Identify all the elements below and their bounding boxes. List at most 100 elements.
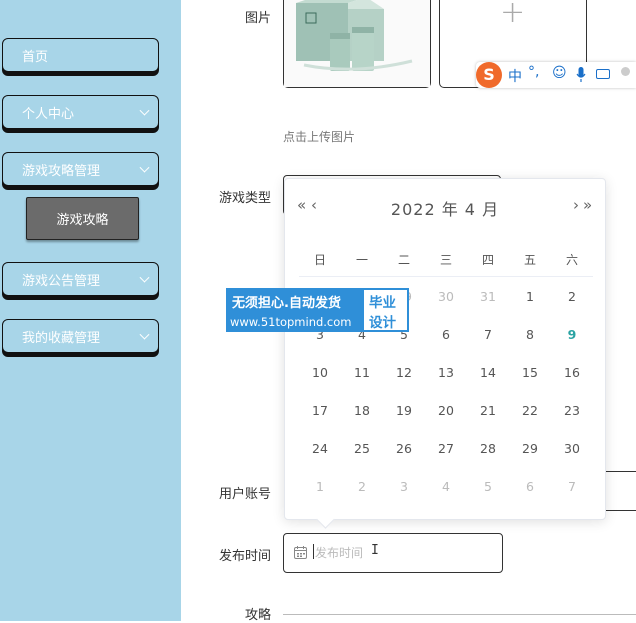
- calendar-day[interactable]: 30: [551, 441, 593, 479]
- next-month-icon[interactable]: ›: [573, 196, 579, 214]
- calendar-day[interactable]: 1: [299, 479, 341, 517]
- watermark-left: 无须担心.自动发货 www.51topmind.com: [226, 288, 362, 332]
- calendar-day[interactable]: 24: [299, 441, 341, 479]
- image-label: 图片: [244, 11, 271, 26]
- sidebar-item-game-announcement-management[interactable]: 游戏公告管理: [2, 262, 159, 296]
- sidebar-item-label: 我的收藏管理: [22, 330, 101, 346]
- calendar-day[interactable]: 3: [383, 479, 425, 517]
- user-account-label: 用户账号: [218, 487, 271, 502]
- ime-mode[interactable]: 中: [508, 66, 522, 86]
- weekday-label: 四: [481, 253, 494, 267]
- calendar-day[interactable]: 7: [467, 327, 509, 365]
- calendar-day[interactable]: 6: [425, 327, 467, 365]
- user-icon[interactable]: [621, 67, 630, 76]
- calendar-header-title[interactable]: 2022 年 4 月: [285, 196, 605, 220]
- calendar-day[interactable]: 13: [425, 365, 467, 403]
- calendar-day[interactable]: 28: [467, 441, 509, 479]
- calendar-day[interactable]: 16: [551, 365, 593, 403]
- sidebar-item-label: 游戏公告管理: [22, 273, 101, 289]
- calendar-day[interactable]: 30: [425, 289, 467, 327]
- calendar-day[interactable]: 29: [509, 441, 551, 479]
- weekday-label: 五: [523, 253, 536, 267]
- calendar-day[interactable]: 15: [509, 365, 551, 403]
- calendar-day[interactable]: 10: [299, 365, 341, 403]
- strategy-label: 攻略: [244, 608, 271, 623]
- publish-time-placeholder: 发布时间: [315, 546, 364, 560]
- calendar-day[interactable]: 17: [299, 403, 341, 441]
- calendar-day[interactable]: 14: [467, 365, 509, 403]
- weekday-header: 日 一 二 三 四 五 六: [299, 251, 593, 268]
- calendar-day[interactable]: 19: [383, 403, 425, 441]
- tea-box-image: [284, 0, 430, 87]
- calendar-day[interactable]: 27: [425, 441, 467, 479]
- next-year-icon[interactable]: »: [583, 196, 592, 214]
- uploaded-image[interactable]: [283, 0, 431, 88]
- calendar-day[interactable]: 20: [425, 403, 467, 441]
- calendar-week-row: 24 25 26 27 28 29 30: [299, 441, 593, 479]
- calendar-day[interactable]: 12: [383, 365, 425, 403]
- calendar-day[interactable]: 1: [509, 289, 551, 327]
- sidebar-item-personal-center[interactable]: 个人中心: [2, 95, 159, 129]
- sidebar-item-label: 首页: [22, 49, 49, 65]
- game-type-label: 游戏类型: [218, 191, 271, 206]
- calendar-week-row: 17 18 19 20 21 22 23: [299, 403, 593, 441]
- watermark-text: 毕业: [369, 295, 396, 311]
- keyboard-icon[interactable]: [596, 69, 610, 79]
- ime-toolbar[interactable]: S 中 °, ☺: [476, 62, 636, 88]
- calendar-day[interactable]: 25: [341, 441, 383, 479]
- sogou-logo-icon[interactable]: S: [476, 62, 502, 88]
- watermark-right: 毕业 设计: [362, 288, 409, 332]
- ibeam-cursor-icon: I: [371, 543, 379, 558]
- upload-hint: 点击上传图片: [283, 130, 356, 144]
- calendar-day[interactable]: 26: [383, 441, 425, 479]
- calendar-day[interactable]: 8: [509, 327, 551, 365]
- watermark-text: 设计: [369, 315, 396, 331]
- calendar-day[interactable]: 31: [467, 289, 509, 327]
- chevron-down-icon: [139, 105, 150, 116]
- calendar-day[interactable]: 4: [425, 479, 467, 517]
- strategy-editor-edge: [283, 614, 636, 615]
- text-cursor: [313, 544, 314, 559]
- calendar-day[interactable]: 21: [467, 403, 509, 441]
- calendar-divider: [299, 276, 593, 277]
- sidebar-item-label: 个人中心: [22, 106, 75, 122]
- calendar-day[interactable]: 22: [509, 403, 551, 441]
- sidebar-item-favorites-management[interactable]: 我的收藏管理: [2, 319, 159, 353]
- sidebar-item-label: 游戏攻略管理: [22, 163, 101, 179]
- weekday-label: 六: [565, 253, 578, 267]
- punctuation-icon[interactable]: °,: [528, 64, 539, 80]
- calendar-day[interactable]: 3: [299, 327, 341, 365]
- calendar-day[interactable]: 6: [509, 479, 551, 517]
- sidebar-subitem-label: 游戏攻略: [56, 213, 109, 228]
- chevron-down-icon: [139, 329, 150, 340]
- calendar-day[interactable]: 7: [551, 479, 593, 517]
- sidebar-subitem-game-strategy[interactable]: 游戏攻略: [26, 197, 139, 240]
- calendar-day[interactable]: 4: [341, 327, 383, 365]
- calendar-day[interactable]: 5: [383, 327, 425, 365]
- calendar-day[interactable]: 18: [341, 403, 383, 441]
- watermark-url: www.51topmind.com: [230, 315, 352, 329]
- sidebar: 首页 个人中心 游戏攻略管理 游戏攻略 游戏公告管理 我的收藏管理: [0, 0, 181, 621]
- weekday-label: 三: [439, 253, 452, 267]
- weekday-label: 日: [313, 253, 326, 267]
- calendar-day[interactable]: 11: [341, 365, 383, 403]
- publish-time-input[interactable]: 发布时间 I: [283, 533, 503, 573]
- plus-icon: +: [500, 0, 526, 30]
- chevron-down-icon: [139, 272, 150, 283]
- chevron-down-icon: [139, 162, 150, 173]
- microphone-icon[interactable]: [576, 67, 586, 83]
- calendar-week-row: 10 11 12 13 14 15 16: [299, 365, 593, 403]
- calendar-day-today[interactable]: 9: [551, 327, 593, 365]
- sidebar-item-game-strategy-management[interactable]: 游戏攻略管理: [2, 152, 159, 186]
- calendar-day[interactable]: 5: [467, 479, 509, 517]
- calendar-day[interactable]: 2: [551, 289, 593, 327]
- weekday-label: 二: [397, 253, 410, 267]
- calendar-icon: [294, 546, 307, 559]
- weekday-label: 一: [355, 253, 368, 267]
- emoji-icon[interactable]: ☺: [552, 65, 567, 81]
- watermark-text: 无须担心.自动发货: [232, 296, 341, 311]
- calendar-day[interactable]: 23: [551, 403, 593, 441]
- calendar-day[interactable]: 2: [341, 479, 383, 517]
- publish-time-label: 发布时间: [218, 549, 271, 564]
- sidebar-item-home[interactable]: 首页: [2, 38, 159, 72]
